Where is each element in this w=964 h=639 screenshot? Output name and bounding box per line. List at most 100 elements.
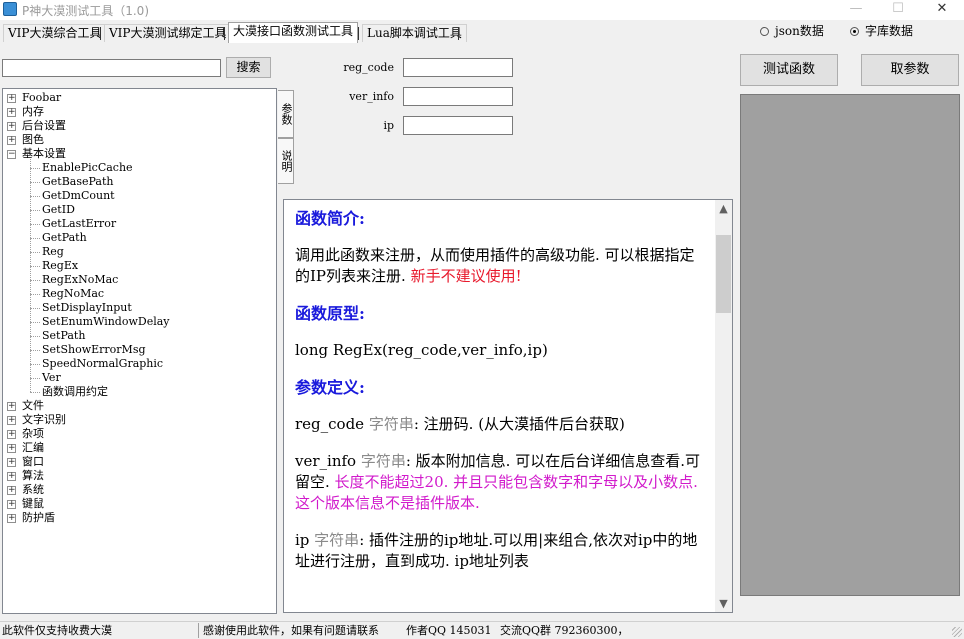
maximize-button[interactable]: ☐ [878,0,918,20]
tree-item-label: EnablePicCache [42,161,133,174]
search-input[interactable] [2,59,221,77]
tree-connector [30,210,40,211]
doc-param-1: reg_code 字符串: 注册码. (从大漠插件后台获取) [295,415,625,433]
doc-scrollbar[interactable]: ▲ ▼ [715,200,732,612]
tree-connector [30,364,40,365]
status-bar: 此软件仅支持收费大漠 感谢使用此软件，如果有问题请联系 作者QQ 145031 … [0,621,964,639]
radio-font-lib-data[interactable]: 字库数据 [850,24,913,40]
tab-vip-bind[interactable]: VIP大漠测试绑定工具 [104,24,232,42]
tab-separator [358,27,359,40]
tab-api-test[interactable]: 大漠接口函数测试工具 [228,22,359,43]
scroll-up-icon[interactable]: ▲ [715,200,732,217]
param-label-ver-info: ver_info [349,90,394,103]
tree-item-label: GetBasePath [42,175,114,188]
param-input-reg-code[interactable] [403,58,513,77]
tree-group-label: 键鼠 [22,497,44,510]
tree-group-label: 防护盾 [22,511,55,524]
expand-icon[interactable]: + [7,94,16,103]
tree-item-label: 函数调用约定 [42,385,108,398]
collapse-icon[interactable]: − [7,150,16,159]
tree-item-label: GetID [42,203,75,216]
tree-group-label: 窗口 [22,455,44,468]
doc-intro-warning: 新手不建议使用! [410,267,522,285]
tab-lua-debug[interactable]: Lua脚本调试工具 [362,24,467,42]
status-group: 交流QQ群 792360300， [500,624,629,637]
expand-icon[interactable]: + [7,108,16,117]
tree-connector [30,392,40,393]
tree-group-label: 杂项 [22,427,44,440]
search-button[interactable]: 搜索 [226,57,271,78]
status-left: 此软件仅支持收费大漠 [2,624,112,637]
resize-grip-icon[interactable] [952,627,962,637]
minimize-button[interactable]: — [836,0,876,20]
tree-group-label: Foobar [22,91,62,104]
tree-item-label: GetDmCount [42,189,115,202]
doc-content: 函数简介: 调用此函数来注册，从而使用插件的高级功能. 可以根据指定的IP列表来… [295,208,705,588]
scroll-thumb[interactable] [716,235,731,313]
tree-connector [30,266,40,267]
expand-icon[interactable]: + [7,486,16,495]
param-label-ip: ip [383,119,394,132]
doc-panel: 函数简介: 调用此函数来注册，从而使用插件的高级功能. 可以根据指定的IP列表来… [283,199,733,613]
tree-group-label: 图色 [22,133,44,146]
param-label-reg-code: reg_code [343,61,394,74]
tree-connector [30,336,40,337]
param-input-ver-info[interactable] [403,87,513,106]
tab-separator [224,27,225,40]
status-thanks: 感谢使用此软件，如果有问题请联系 [203,624,379,637]
tree-connector [30,159,31,392]
doc-proto-title: 函数原型: [295,304,365,323]
get-params-button[interactable]: 取参数 [861,54,959,86]
tree-connector [30,322,40,323]
tree-item-label: SpeedNormalGraphic [42,357,164,370]
tree-group-label: 文件 [22,399,44,412]
scroll-down-icon[interactable]: ▼ [715,595,732,612]
expand-icon[interactable]: + [7,472,16,481]
doc-intro-title: 函数简介: [295,209,365,228]
tree-connector [30,196,40,197]
radio-dot-selected-icon [850,27,859,36]
tree-item-label: SetPath [42,329,86,342]
app-icon [3,2,17,16]
test-function-button[interactable]: 测试函数 [740,54,838,86]
tree-connector [30,224,40,225]
result-panel [740,94,960,596]
side-tab-params[interactable]: 参数 [278,90,294,138]
tree-item-label: GetLastError [42,217,117,230]
expand-icon[interactable]: + [7,136,16,145]
expand-icon[interactable]: + [7,500,16,509]
tree-connector [30,238,40,239]
expand-icon[interactable]: + [7,416,16,425]
title-bar: P神大漠测试工具（1.0) — ☐ ✕ [0,0,964,20]
expand-icon[interactable]: + [7,430,16,439]
tree-connector [30,308,40,309]
tree-group-label: 后台设置 [22,119,66,132]
tree-item-label: Ver [42,371,61,384]
window-title: P神大漠测试工具（1.0) [22,4,150,18]
tree-connector [30,280,40,281]
tree-group-label: 文字识别 [22,413,66,426]
function-tree[interactable]: + Foobar + 内存 + 后台设置 + 图色 − 基本设置 EnablePicCache Get… [2,88,277,614]
tree-item-label: SetDisplayInput [42,301,132,314]
tab-separator [458,27,459,40]
tree-connector [30,252,40,253]
tree-item-label: GetPath [42,231,87,244]
tree-item-label: Reg [42,245,64,258]
status-author: 作者QQ 145031 [406,624,492,637]
doc-proto: long RegEx(reg_code,ver_info,ip) [295,341,548,359]
expand-icon[interactable]: + [7,514,16,523]
expand-icon[interactable]: + [7,444,16,453]
side-tab-description[interactable]: 说明 [278,138,294,184]
expand-icon[interactable]: + [7,402,16,411]
expand-icon[interactable]: + [7,458,16,467]
param-input-ip[interactable] [403,116,513,135]
tree-item-label: SetShowErrorMsg [42,343,146,356]
close-button[interactable]: ✕ [922,0,962,20]
expand-icon[interactable]: + [7,122,16,131]
tab-vip-general[interactable]: VIP大漠综合工具 [3,24,107,42]
tree-item-label: RegEx [42,259,79,272]
radio-json-data[interactable]: json数据 [760,24,824,40]
doc-intro: 调用此函数来注册，从而使用插件的高级功能. 可以根据指定的IP列表来注册. 新手… [295,246,695,285]
tree-group-label: 内存 [22,105,44,118]
tree-item-label: RegNoMac [42,287,105,300]
